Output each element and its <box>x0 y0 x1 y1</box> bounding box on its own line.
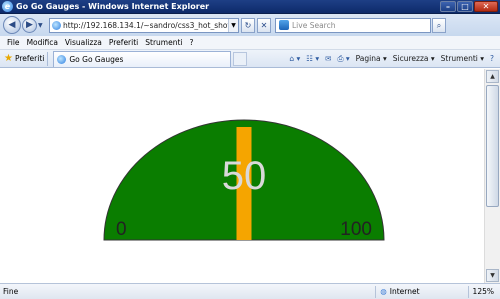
new-tab-button[interactable] <box>233 51 248 66</box>
star-icon: ★ <box>4 53 13 64</box>
window-title: Go Go Gauges - Windows Internet Explorer <box>16 2 210 11</box>
address-url[interactable]: http://192.168.134.1/~sandro/css3_hot_sh… <box>63 21 228 30</box>
gauge-value: 50 <box>222 154 267 198</box>
home-icon[interactable]: ⌂ ▾ <box>289 54 300 63</box>
tab-label: Go Go Gauges <box>69 54 124 64</box>
vertical-scrollbar[interactable]: ▲ ▼ <box>484 69 500 283</box>
command-bar: ★ Preferiti Go Go Gauges ⌂ ▾ ☷ ▾ ✉ ⎙ ▾ P… <box>0 50 500 68</box>
refresh-button[interactable]: ↻ <box>241 17 255 33</box>
feeds-icon[interactable]: ☷ ▾ <box>306 54 319 63</box>
command-tools: ⌂ ▾ ☷ ▾ ✉ ⎙ ▾ Pagina ▾ Sicurezza ▾ Strum… <box>289 54 500 64</box>
status-bar: Fine ◍ Internet 125% <box>0 283 500 299</box>
close-button[interactable]: ✕ <box>474 1 498 12</box>
search-button[interactable]: ⌕ <box>432 17 446 33</box>
tab-go-go-gauges[interactable]: Go Go Gauges <box>53 50 232 67</box>
separator <box>467 285 469 298</box>
history-dropdown-icon[interactable]: ▼ <box>38 22 46 29</box>
address-field[interactable]: http://192.168.134.1/~sandro/css3_hot_sh… <box>49 17 239 33</box>
separator <box>375 285 377 298</box>
title-bar: e Go Go Gauges - Windows Internet Explor… <box>0 0 500 14</box>
stop-button[interactable]: ✕ <box>257 17 271 33</box>
mail-icon[interactable]: ✉ <box>325 54 331 63</box>
menu-strumenti[interactable]: Strumenti <box>145 38 182 47</box>
print-icon[interactable]: ⎙ ▾ <box>337 54 349 64</box>
address-bar: ◀ ▶ ▼ http://192.168.134.1/~sandro/css3_… <box>0 14 500 36</box>
menu-modifica[interactable]: Modifica <box>27 38 58 47</box>
scroll-up-icon[interactable]: ▲ <box>486 70 499 83</box>
page-content: 50 0 100 <box>0 69 484 283</box>
favorites-button[interactable]: ★ Preferiti <box>4 53 44 64</box>
gauge-min-label: 0 <box>116 219 127 240</box>
tab-page-icon <box>57 54 67 64</box>
scroll-thumb[interactable] <box>486 85 499 207</box>
security-zone[interactable]: Internet <box>390 287 420 296</box>
tools-menu[interactable]: Strumenti ▾ <box>441 54 484 63</box>
globe-icon: ◍ <box>380 287 387 296</box>
maximize-button[interactable]: □ <box>457 1 473 12</box>
menu-preferiti[interactable]: Preferiti <box>109 38 138 47</box>
forward-button[interactable]: ▶ <box>22 17 37 33</box>
menu-bar: File Modifica Visualizza Preferiti Strum… <box>0 36 500 50</box>
live-search-icon <box>279 20 289 30</box>
separator <box>47 51 49 66</box>
zoom-level[interactable]: 125% <box>473 287 494 296</box>
status-text: Fine <box>3 287 19 296</box>
search-placeholder: Live Search <box>292 20 336 30</box>
scroll-down-icon[interactable]: ▼ <box>486 269 499 282</box>
help-icon[interactable]: ? <box>490 54 494 63</box>
favorites-label: Preferiti <box>14 54 45 63</box>
address-dropdown-icon[interactable]: ▼ <box>228 18 238 32</box>
page-menu[interactable]: Pagina ▾ <box>356 54 387 63</box>
menu-help[interactable]: ? <box>190 38 194 47</box>
page-icon <box>52 20 61 30</box>
menu-visualizza[interactable]: Visualizza <box>65 38 102 47</box>
ie-icon: e <box>2 1 13 12</box>
gauge: 50 0 100 <box>103 119 385 241</box>
search-input[interactable]: Live Search <box>275 17 431 33</box>
back-button[interactable]: ◀ <box>3 16 21 34</box>
safety-menu[interactable]: Sicurezza ▾ <box>393 54 435 63</box>
gauge-max-label: 100 <box>340 219 372 240</box>
menu-file[interactable]: File <box>7 38 20 47</box>
minimize-button[interactable]: – <box>440 1 456 12</box>
